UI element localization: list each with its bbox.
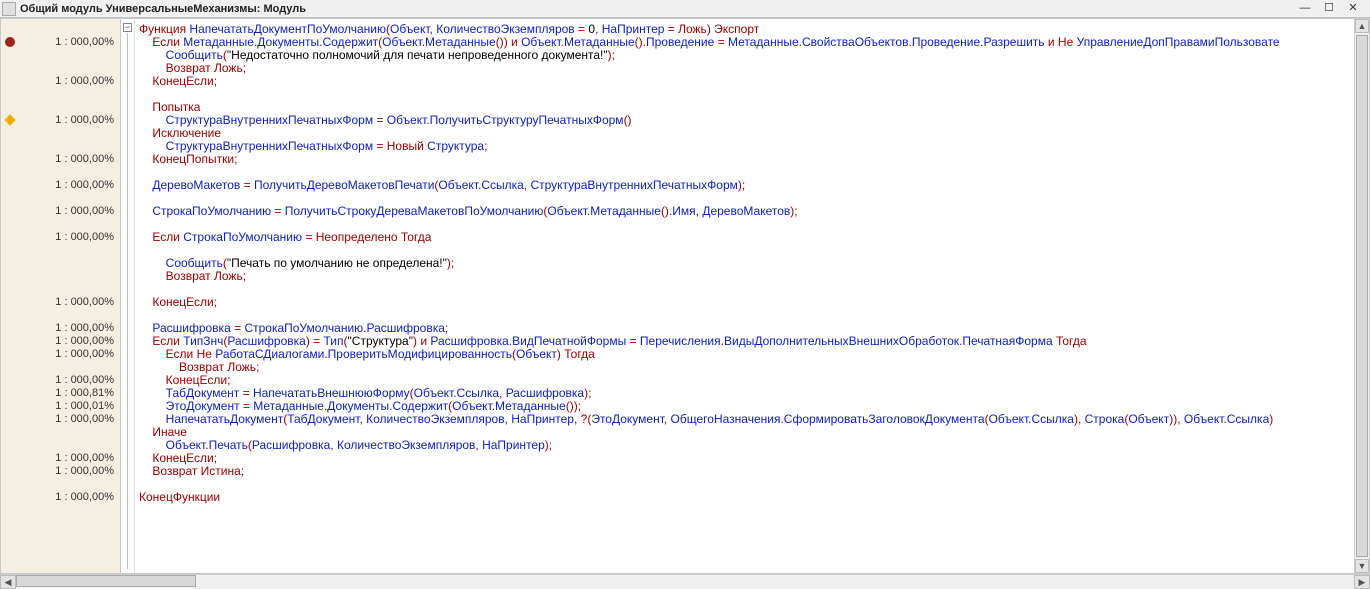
gutter-row: [1, 361, 120, 374]
breakpoint-icon[interactable]: [5, 37, 15, 47]
gutter-row: [1, 309, 120, 322]
gutter-row: 1 : 000,00%: [1, 413, 120, 426]
code-line[interactable]: КонецЕсли;: [135, 75, 1369, 88]
profiler-gutter: 1 : 000,00%1 : 000,00%1 : 000,00%1 : 000…: [1, 19, 121, 573]
fold-bar: −: [121, 19, 135, 573]
code-line[interactable]: КонецФункции: [135, 491, 1369, 504]
code-line[interactable]: Объект.Печать(Расшифровка, КоличествоЭкз…: [135, 439, 1369, 452]
gutter-row: 1 : 000,00%: [1, 491, 120, 504]
gutter-row: 1 : 000,00%: [1, 205, 120, 218]
vertical-scrollbar[interactable]: ▲ ▼: [1354, 18, 1370, 574]
editor: 1 : 000,00%1 : 000,00%1 : 000,00%1 : 000…: [0, 18, 1370, 574]
code-line[interactable]: КонецЕсли;: [135, 296, 1369, 309]
code-line[interactable]: ДеревоМакетов = ПолучитьДеревоМакетовПеч…: [135, 179, 1369, 192]
code-line[interactable]: [135, 478, 1369, 491]
title-bar: Общий модуль УниверсальныеМеханизмы: Мод…: [0, 0, 1370, 18]
gutter-row: 1 : 000,00%: [1, 179, 120, 192]
vscroll-thumb[interactable]: [1356, 35, 1368, 557]
gutter-row: [1, 257, 120, 270]
gutter-row: 1 : 000,01%: [1, 400, 120, 413]
gutter-row: [1, 49, 120, 62]
gutter-row: [1, 88, 120, 101]
code-line[interactable]: КонецЕсли;: [135, 452, 1369, 465]
gutter-row: 1 : 000,81%: [1, 387, 120, 400]
gutter-row: 1 : 000,00%: [1, 465, 120, 478]
gutter-row: [1, 244, 120, 257]
gutter-row: 1 : 000,00%: [1, 335, 120, 348]
vscroll-track[interactable]: [1355, 35, 1369, 557]
gutter-row: 1 : 000,00%: [1, 36, 120, 49]
code-line[interactable]: Если Не РаботаСДиалогами.ПроверитьМодифи…: [135, 348, 1369, 361]
gutter-row: 1 : 000,00%: [1, 231, 120, 244]
code-line[interactable]: СтруктураВнутреннихПечатныхФорм = Объект…: [135, 114, 1369, 127]
gutter-row: 1 : 000,00%: [1, 322, 120, 335]
fold-toggle-icon[interactable]: −: [123, 23, 132, 32]
gutter-row: [1, 270, 120, 283]
scroll-down-icon[interactable]: ▼: [1355, 559, 1369, 573]
code-line[interactable]: СтруктураВнутреннихПечатныхФорм = Новый …: [135, 140, 1369, 153]
gutter-row: [1, 166, 120, 179]
code-line[interactable]: Возврат Ложь;: [135, 270, 1369, 283]
gutter-row: [1, 426, 120, 439]
gutter-row: 1 : 000,00%: [1, 296, 120, 309]
gutter-row: [1, 140, 120, 153]
code-line[interactable]: КонецПопытки;: [135, 153, 1369, 166]
gutter-row: [1, 283, 120, 296]
gutter-row: [1, 101, 120, 114]
code-line[interactable]: Возврат Истина;: [135, 465, 1369, 478]
window-title: Общий модуль УниверсальныеМеханизмы: Мод…: [20, 3, 1296, 15]
code-line[interactable]: Сообщить("Печать по умолчанию не определ…: [135, 257, 1369, 270]
code-line[interactable]: [135, 88, 1369, 101]
code-line[interactable]: Возврат Ложь;: [135, 62, 1369, 75]
code-line[interactable]: Если СтрокаПоУмолчанию = Неопределено То…: [135, 231, 1369, 244]
fold-line: [127, 33, 128, 569]
scroll-left-icon[interactable]: ◀: [0, 575, 16, 589]
scroll-up-icon[interactable]: ▲: [1355, 19, 1369, 33]
code-line[interactable]: [135, 283, 1369, 296]
gutter-row: 1 : 000,00%: [1, 374, 120, 387]
gutter-row: [1, 127, 120, 140]
module-icon: [2, 2, 16, 16]
gutter-row: [1, 478, 120, 491]
code-line[interactable]: Возврат Ложь;: [135, 361, 1369, 374]
gutter-row: [1, 23, 120, 36]
gutter-row: [1, 192, 120, 205]
code-line[interactable]: СтрокаПоУмолчанию = ПолучитьСтрокуДерева…: [135, 205, 1369, 218]
gutter-row: [1, 218, 120, 231]
gutter-row: 1 : 000,00%: [1, 348, 120, 361]
gutter-row: [1, 439, 120, 452]
maximize-button[interactable]: ☐: [1320, 2, 1338, 16]
gutter-row: [1, 62, 120, 75]
gutter-row: 1 : 000,00%: [1, 75, 120, 88]
hscroll-track[interactable]: [16, 575, 1354, 588]
gutter-row: 1 : 000,00%: [1, 114, 120, 127]
gutter-row: 1 : 000,00%: [1, 452, 120, 465]
scroll-right-icon[interactable]: ▶: [1354, 575, 1370, 589]
current-line-icon[interactable]: [4, 114, 15, 125]
window-controls: — ☐ ✕: [1296, 2, 1368, 16]
code-area[interactable]: Функция НапечататьДокументПоУмолчанию(Об…: [135, 19, 1369, 573]
hscroll-thumb[interactable]: [16, 575, 196, 587]
code-line[interactable]: Сообщить("Недостаточно полномочий для пе…: [135, 49, 1369, 62]
code-line[interactable]: НапечататьДокумент(ТабДокумент, Количест…: [135, 413, 1369, 426]
close-button[interactable]: ✕: [1344, 2, 1362, 16]
gutter-row: 1 : 000,00%: [1, 153, 120, 166]
horizontal-scrollbar[interactable]: ◀ ▶: [0, 574, 1370, 588]
minimize-button[interactable]: —: [1296, 2, 1314, 16]
